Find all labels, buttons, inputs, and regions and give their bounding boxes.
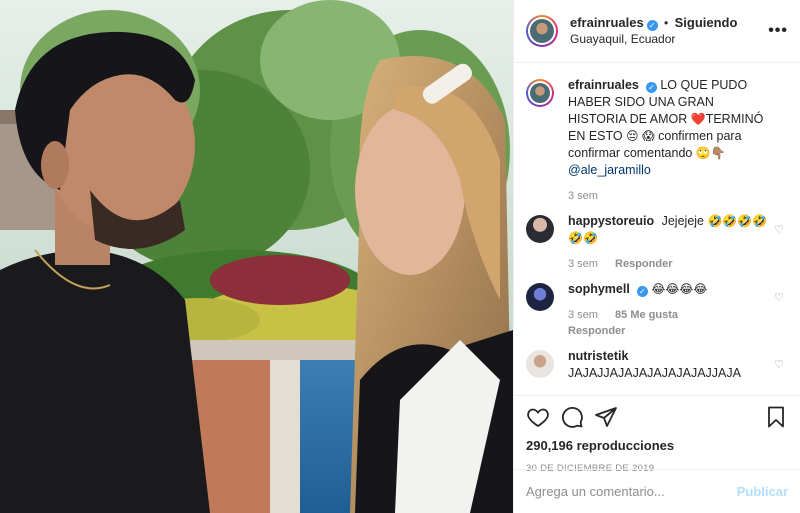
add-comment-bar: Publicar <box>514 469 800 513</box>
verified-badge-icon: ✓ <box>645 82 657 93</box>
avatar-image <box>526 283 554 311</box>
avatar-image <box>526 215 554 243</box>
eyeroll-emoji: 🙄 <box>695 146 711 160</box>
post-actions: 290,196 reproducciones 30 DE DICIEMBRE D… <box>514 395 800 513</box>
comment-time[interactable]: 3 sem <box>568 258 598 270</box>
share-icon[interactable] <box>594 405 618 429</box>
comments-list[interactable]: efrainruales ✓ LO QUE PUDO HABER SIDO UNA… <box>514 63 800 395</box>
avatar-image <box>526 350 554 378</box>
comment-meta: 3 sem Responder <box>568 257 768 271</box>
commenter-avatar[interactable] <box>526 215 554 243</box>
avatar-inner <box>528 81 552 105</box>
commenter-username[interactable]: happystoreuio <box>568 214 654 228</box>
caption-meta: 3 sem <box>568 189 768 203</box>
author-username[interactable]: efrainruales <box>570 15 644 30</box>
commenter-username[interactable]: nutristetik <box>568 349 628 363</box>
comment-item: sophymell ✓ 😂😂😂😂 3 sem 85 Me gusta Respon… <box>526 281 788 338</box>
heart-icon[interactable] <box>526 405 550 429</box>
reply-button[interactable]: Responder <box>615 258 672 270</box>
author-avatar[interactable] <box>526 15 558 47</box>
point-down-emoji: 👇🏽 <box>710 146 726 160</box>
views-count[interactable]: 290,196 reproducciones <box>526 438 788 453</box>
caption-avatar[interactable] <box>526 79 554 107</box>
comment-body: nutristetik JAJAJJAJAJAJAJAJAJAJJAJA <box>568 348 788 382</box>
post-video[interactable] <box>0 0 513 513</box>
comment-meta: 3 sem 85 Me gusta <box>568 308 768 322</box>
like-comment-heart-icon[interactable]: ♡ <box>774 223 784 236</box>
caption-body: efrainruales ✓ LO QUE PUDO HABER SIDO UNA… <box>568 77 788 203</box>
comment-item: nutristetik JAJAJJAJAJAJAJAJAJAJJAJA ♡ <box>526 348 788 382</box>
commenter-avatar[interactable] <box>526 283 554 311</box>
caption-username[interactable]: efrainruales <box>568 78 639 92</box>
commenter-username[interactable]: sophymell <box>568 282 630 296</box>
shock-emoji: 😱 <box>642 129 655 143</box>
instagram-post-window: efrainruales ✓ • Siguiendo Guayaquil, Ecu… <box>0 0 800 513</box>
comment-time[interactable]: 3 sem <box>568 309 598 321</box>
post-header: efrainruales ✓ • Siguiendo Guayaquil, Ecu… <box>514 0 800 63</box>
like-comment-heart-icon[interactable]: ♡ <box>774 291 784 304</box>
caption: efrainruales ✓ LO QUE PUDO HABER SIDO UNA… <box>526 77 788 203</box>
bookmark-icon[interactable] <box>764 405 788 429</box>
comment-input[interactable] <box>526 484 737 499</box>
comment-meta-2: Responder <box>568 324 768 338</box>
video-frame <box>0 0 513 513</box>
sad-emoji: 😔 <box>626 129 639 143</box>
more-options-icon[interactable]: ••• <box>768 22 788 40</box>
comment-likes[interactable]: 85 Me gusta <box>615 309 678 321</box>
post-sidebar: efrainruales ✓ • Siguiendo Guayaquil, Ecu… <box>513 0 800 513</box>
comment-icon[interactable] <box>560 405 584 429</box>
comment-text: JAJAJJAJAJAJAJAJAJAJJAJA <box>568 366 741 380</box>
avatar-inner <box>528 17 556 45</box>
separator-dot: • <box>664 16 669 30</box>
commenter-avatar[interactable] <box>526 350 554 378</box>
header-text: efrainruales ✓ • Siguiendo Guayaquil, Ecu… <box>570 15 768 47</box>
heart-emoji: ❤️ <box>690 112 706 126</box>
mention-link[interactable]: @ale_jaramillo <box>568 163 651 177</box>
location-link[interactable]: Guayaquil, Ecuador <box>570 31 768 47</box>
publish-button[interactable]: Publicar <box>737 484 788 499</box>
action-icons <box>526 404 788 430</box>
caption-time[interactable]: 3 sem <box>568 190 598 202</box>
comment-item: happystoreuio Jejejeje 🤣🤣🤣🤣🤣🤣 3 sem Resp… <box>526 213 788 271</box>
like-comment-heart-icon[interactable]: ♡ <box>774 358 784 371</box>
comment-text: Jejejeje <box>661 214 704 228</box>
comment-body: sophymell ✓ 😂😂😂😂 3 sem 85 Me gusta Respon… <box>568 281 788 338</box>
verified-badge-icon: ✓ <box>636 286 648 297</box>
verified-badge-icon: ✓ <box>646 20 658 31</box>
following-button[interactable]: Siguiendo <box>675 15 738 30</box>
avatar-image <box>530 19 554 43</box>
comment-emojis: 😂😂😂😂 <box>651 282 708 296</box>
comment-body: happystoreuio Jejejeje 🤣🤣🤣🤣🤣🤣 3 sem Resp… <box>568 213 788 271</box>
avatar-image <box>530 83 550 103</box>
reply-button[interactable]: Responder <box>568 325 625 337</box>
